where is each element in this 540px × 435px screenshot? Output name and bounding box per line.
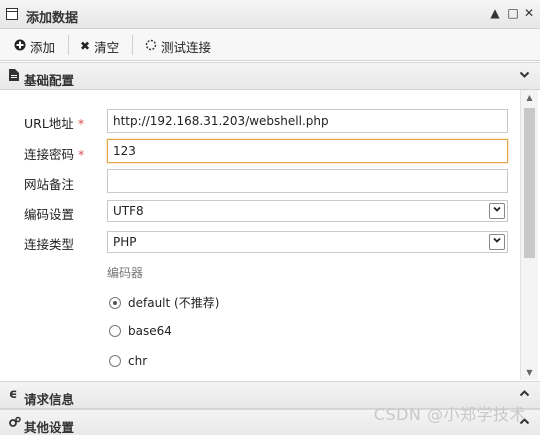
add-button[interactable]: 添加 <box>14 37 55 55</box>
toolbar-divider <box>68 35 69 55</box>
test-connection-label: 测试连接 <box>161 39 212 55</box>
url-label: URL地址 * <box>24 113 84 132</box>
type-label: 连接类型 <box>24 237 75 252</box>
scrollbar-thumb[interactable] <box>524 108 535 258</box>
gears-icon <box>9 416 21 431</box>
password-label-text: 连接密码 <box>24 147 75 162</box>
scroll-down-icon[interactable]: ▼ <box>524 368 535 377</box>
clear-label: 清空 <box>94 39 120 55</box>
collapse-icon[interactable]: ▲ <box>488 6 502 20</box>
type-value: PHP <box>113 235 137 249</box>
window-titlebar: 添加数据 ▲ □ ✕ <box>0 0 540 29</box>
clear-button[interactable]: ✖ 清空 <box>80 37 119 55</box>
chevron-down-icon[interactable] <box>519 69 530 83</box>
scroll-up-icon[interactable]: ▲ <box>524 93 535 102</box>
x-icon: ✖ <box>80 39 91 53</box>
section-basic-label: 基础配置 <box>24 73 75 88</box>
chevron-up-icon[interactable] <box>519 388 530 402</box>
url-label-text: URL地址 <box>24 116 74 131</box>
add-label: 添加 <box>30 39 56 55</box>
encoding-label: 编码设置 <box>24 207 75 222</box>
radio-unchecked[interactable] <box>109 325 121 337</box>
toolbar-divider <box>132 35 133 55</box>
encoder-option-default[interactable]: default (不推荐) <box>109 294 219 311</box>
window-title: 添加数据 <box>26 11 79 26</box>
test-connection-button[interactable]: 测试连接 <box>145 37 211 55</box>
encoder-option-base64[interactable]: base64 <box>109 324 172 338</box>
radio-unchecked[interactable] <box>109 355 121 367</box>
section-request-label: 请求信息 <box>24 392 75 407</box>
password-input[interactable]: 123 <box>107 139 508 163</box>
type-select[interactable]: PHP <box>107 231 508 253</box>
encoder-option-label: base64 <box>128 324 172 338</box>
toolbar: 添加 ✖ 清空 测试连接 <box>0 29 540 61</box>
note-label: 网站备注 <box>24 177 75 192</box>
document-icon <box>9 69 19 84</box>
plus-circle-icon <box>14 39 26 54</box>
spinner-icon <box>145 39 157 54</box>
encoder-option-chr[interactable]: chr <box>109 354 147 368</box>
encoder-option-label: default (不推荐) <box>128 296 220 310</box>
url-input[interactable]: http://192.168.31.203/webshell.php <box>107 109 508 133</box>
refresh-e-icon: ϵ <box>9 387 18 402</box>
radio-checked[interactable] <box>109 296 121 309</box>
csdn-watermark: CSDN @小郑学技术 <box>373 405 526 424</box>
chevron-down-icon[interactable] <box>489 203 505 219</box>
section-basic-config[interactable]: 基础配置 <box>0 62 540 90</box>
encoder-title: 编码器 <box>107 266 144 280</box>
required-mark: * <box>77 116 85 131</box>
maximize-icon[interactable]: □ <box>506 6 520 20</box>
encoder-option-label: chr <box>128 354 148 368</box>
encoding-value: UTF8 <box>113 204 144 218</box>
password-label: 连接密码 * <box>24 144 84 163</box>
window-icon <box>6 8 18 20</box>
encoding-select[interactable]: UTF8 <box>107 200 508 222</box>
note-input[interactable] <box>107 169 508 193</box>
chevron-down-icon[interactable] <box>489 234 505 250</box>
section-other-label: 其他设置 <box>24 420 75 435</box>
vertical-scrollbar[interactable]: ▲ ▼ <box>520 90 538 380</box>
required-mark: * <box>78 147 85 162</box>
close-icon[interactable]: ✕ <box>522 6 536 20</box>
